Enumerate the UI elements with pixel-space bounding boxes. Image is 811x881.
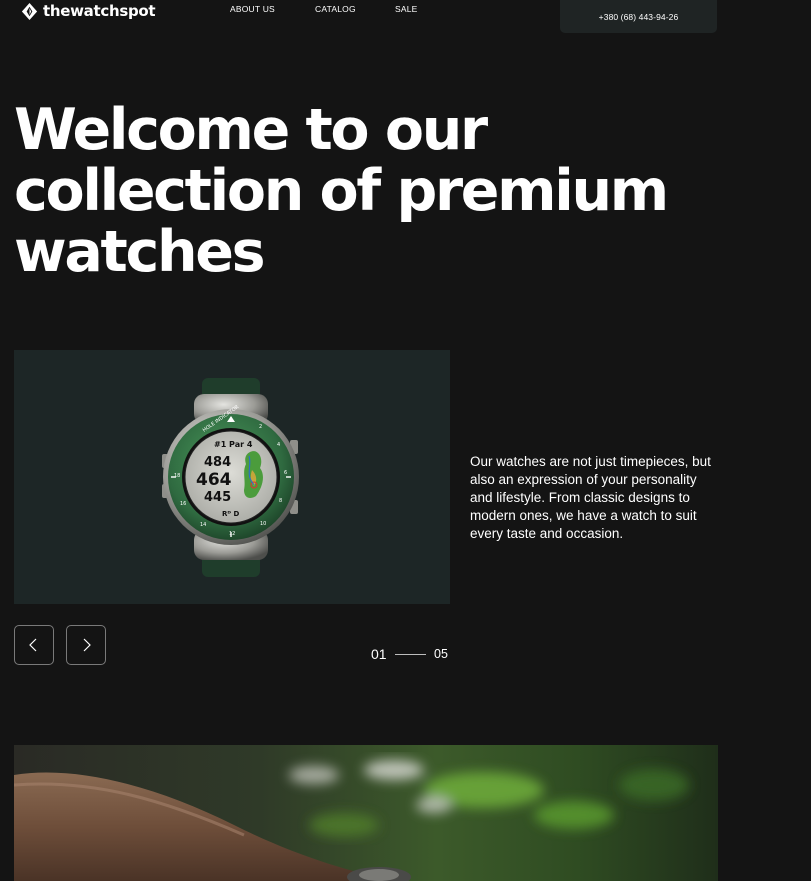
phone-button[interactable]: +380 (68) 443-94-26 [560, 0, 717, 33]
chevron-right-icon [83, 638, 91, 652]
hero-title-line-3: watches [14, 219, 266, 285]
hero-title: Welcome to our collection of premium wat… [14, 100, 714, 283]
svg-text:Rᴰ D: Rᴰ D [222, 510, 239, 518]
hero-title-line-1: Welcome to our [14, 97, 488, 163]
svg-text:445: 445 [204, 490, 231, 505]
hero-title-line-2: collection of premium [14, 158, 669, 224]
slide-current: 01 [371, 646, 387, 662]
svg-text:2: 2 [259, 424, 262, 430]
lifestyle-photo [14, 745, 718, 881]
slider-image: HOLE INDICATOR 2 4 6 8 10 12 14 16 18 #1… [14, 350, 450, 604]
svg-text:10: 10 [260, 521, 266, 527]
svg-text:8: 8 [279, 498, 282, 504]
chevron-left-icon [29, 638, 37, 652]
counter-divider [395, 654, 426, 655]
svg-text:14: 14 [200, 522, 206, 528]
svg-text:18: 18 [174, 473, 180, 479]
logo[interactable]: thewatchspot [20, 0, 156, 22]
nav-about-us[interactable]: ABOUT US [230, 4, 275, 14]
svg-text:484: 484 [204, 455, 231, 470]
svg-text:16: 16 [180, 501, 186, 507]
svg-text:#1 Par 4: #1 Par 4 [214, 440, 253, 449]
next-slide-button[interactable] [66, 625, 106, 665]
slide-counter: 01 05 [371, 646, 451, 664]
svg-text:464: 464 [196, 470, 232, 490]
slide-description: Our watches are not just timepieces, but… [470, 454, 711, 541]
wrist-watch-photo [14, 745, 718, 881]
prev-slide-button[interactable] [14, 625, 54, 665]
svg-text:12: 12 [229, 531, 235, 537]
slide-total: 05 [434, 647, 448, 661]
svg-text:6: 6 [284, 470, 287, 476]
nav-catalog[interactable]: CATALOG [315, 4, 356, 14]
phone-number: +380 (68) 443-94-26 [598, 11, 679, 22]
svg-text:4: 4 [277, 442, 280, 448]
logo-text: thewatchspot [43, 2, 156, 20]
watch-image: HOLE INDICATOR 2 4 6 8 10 12 14 16 18 #1… [162, 378, 299, 577]
diamond-logo-icon [21, 2, 38, 20]
nav-sale[interactable]: SALE [395, 4, 418, 14]
